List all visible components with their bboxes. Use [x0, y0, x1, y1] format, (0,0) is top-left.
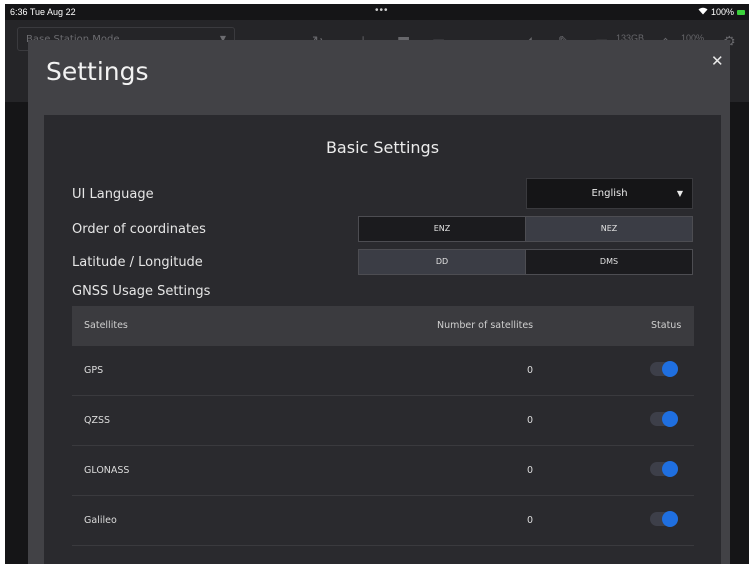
satellite-count: 0 — [527, 515, 534, 526]
status-toggle[interactable] — [650, 511, 678, 527]
latlon-option-dms[interactable]: DMS — [525, 250, 692, 274]
table-row: GPS 0 — [72, 346, 694, 396]
multitask-dots[interactable]: ••• — [375, 5, 389, 16]
satellite-name: Galileo — [84, 515, 117, 526]
satellite-name: GPS — [84, 365, 104, 376]
satellite-name: QZSS — [84, 415, 111, 426]
status-right: 100% — [698, 7, 745, 17]
coord-option-nez[interactable]: NEZ — [525, 217, 692, 241]
battery-percent: 100% — [710, 7, 734, 17]
status-bar: 6:36 Tue Aug 22 ••• 100% — [5, 4, 749, 20]
ui-language-label: UI Language — [72, 187, 154, 202]
table-row: GLONASS 0 — [72, 446, 694, 496]
gnss-heading: GNSS Usage Settings — [72, 284, 211, 299]
section-title: Basic Settings — [325, 138, 440, 157]
header-status: Status — [651, 320, 682, 331]
satellite-count: 0 — [527, 365, 534, 376]
toggle-knob — [662, 411, 678, 427]
date: Tue Aug 22 — [29, 7, 76, 17]
coord-order-toggle: ENZ NEZ — [358, 216, 693, 242]
basic-settings-panel: Basic Settings UI Language English ▼ Ord… — [44, 115, 721, 564]
device-screen: 6:36 Tue Aug 22 ••• 100% Base Station Mo… — [5, 4, 749, 564]
status-toggle[interactable] — [650, 411, 678, 427]
close-icon[interactable]: ✕ — [711, 54, 724, 69]
chevron-down-icon: ▼ — [676, 189, 683, 198]
coord-order-label: Order of coordinates — [72, 222, 206, 237]
latlon-option-dd[interactable]: DD — [359, 250, 525, 274]
toggle-knob — [662, 461, 678, 477]
status-toggle[interactable] — [650, 461, 678, 477]
clock: 6:36 — [10, 7, 28, 17]
toggle-knob — [662, 511, 678, 527]
latlon-format-toggle: DD DMS — [358, 249, 693, 275]
latlon-label: Latitude / Longitude — [72, 255, 203, 270]
modal-title: Settings — [46, 57, 149, 86]
satellite-count: 0 — [527, 415, 534, 426]
satellite-count: 0 — [527, 465, 534, 476]
satellite-name: GLONASS — [84, 465, 130, 476]
battery-icon — [737, 9, 745, 15]
wifi-icon — [698, 7, 708, 17]
settings-modal: Settings ✕ Basic Settings UI Language En… — [28, 40, 730, 564]
status-time: 6:36 Tue Aug 22 — [10, 7, 76, 17]
table-row: QZSS 0 — [72, 396, 694, 446]
table-row: Galileo 0 — [72, 496, 694, 546]
header-number: Number of satellites — [437, 320, 534, 331]
ui-language-select[interactable]: English ▼ — [526, 178, 693, 209]
table-header: Satellites Number of satellites Status — [72, 306, 694, 346]
coord-option-enz[interactable]: ENZ — [359, 217, 525, 241]
gnss-table: Satellites Number of satellites Status G… — [72, 306, 694, 546]
ui-language-value: English — [591, 188, 628, 199]
header-satellites: Satellites — [84, 320, 128, 331]
status-toggle[interactable] — [650, 361, 678, 377]
toggle-knob — [662, 361, 678, 377]
